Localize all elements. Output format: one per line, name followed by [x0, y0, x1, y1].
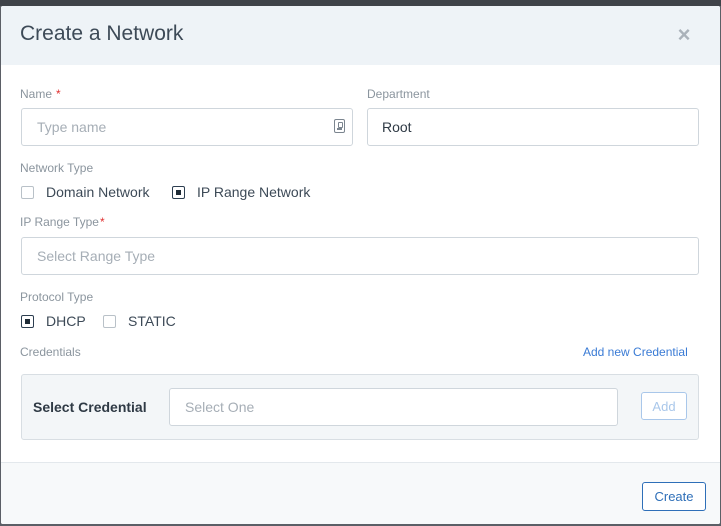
contact-card-icon[interactable] — [334, 119, 345, 133]
name-label: Name * — [20, 87, 61, 101]
ip-range-type-select[interactable]: Select Range Type — [21, 237, 699, 275]
close-icon[interactable]: × — [673, 24, 695, 46]
dhcp-label: DHCP — [46, 313, 86, 329]
name-label-text: Name — [20, 87, 53, 101]
ip-range-network-label: IP Range Network — [197, 184, 311, 200]
ip-range-type-label: IP Range Type* — [20, 215, 105, 229]
ip-range-network-checkbox[interactable] — [172, 185, 185, 199]
credentials-label: Credentials — [20, 345, 81, 359]
ip-range-type-placeholder: Select Range Type — [37, 248, 156, 264]
credential-select[interactable]: Select One — [169, 388, 618, 426]
credential-panel: Select Credential Select One Add — [21, 374, 699, 440]
network-type-label: Network Type — [20, 161, 94, 175]
modal-title: Create a Network — [20, 22, 184, 45]
create-network-modal: Create a Network × Name * Type name Depar… — [1, 6, 720, 524]
add-credential-button[interactable]: Add — [641, 392, 687, 420]
department-input[interactable]: Root — [367, 108, 699, 146]
select-credential-label: Select Credential — [33, 399, 147, 415]
protocol-type-label: Protocol Type — [20, 290, 94, 304]
domain-network-option[interactable]: Domain Network — [21, 184, 149, 200]
ip-range-type-label-text: IP Range Type — [20, 215, 99, 229]
dhcp-checkbox[interactable] — [21, 314, 34, 328]
modal-footer — [1, 463, 720, 524]
name-placeholder: Type name — [37, 119, 107, 135]
domain-network-label: Domain Network — [46, 184, 150, 200]
add-new-credential-link[interactable]: Add new Credential — [583, 345, 688, 359]
department-value: Root — [382, 119, 412, 135]
dhcp-option[interactable]: DHCP — [21, 313, 86, 329]
credential-select-placeholder: Select One — [185, 399, 255, 415]
static-option[interactable]: STATIC — [103, 313, 176, 329]
required-mark: * — [56, 87, 61, 101]
ip-range-network-option[interactable]: IP Range Network — [172, 184, 310, 200]
create-button[interactable]: Create — [642, 482, 706, 511]
name-input[interactable]: Type name — [21, 108, 353, 146]
domain-network-checkbox[interactable] — [21, 185, 34, 199]
static-label: STATIC — [128, 313, 176, 329]
modal-header: Create a Network × — [1, 6, 720, 65]
required-mark: * — [99, 215, 105, 229]
static-checkbox[interactable] — [103, 314, 116, 328]
department-label: Department — [367, 87, 430, 101]
